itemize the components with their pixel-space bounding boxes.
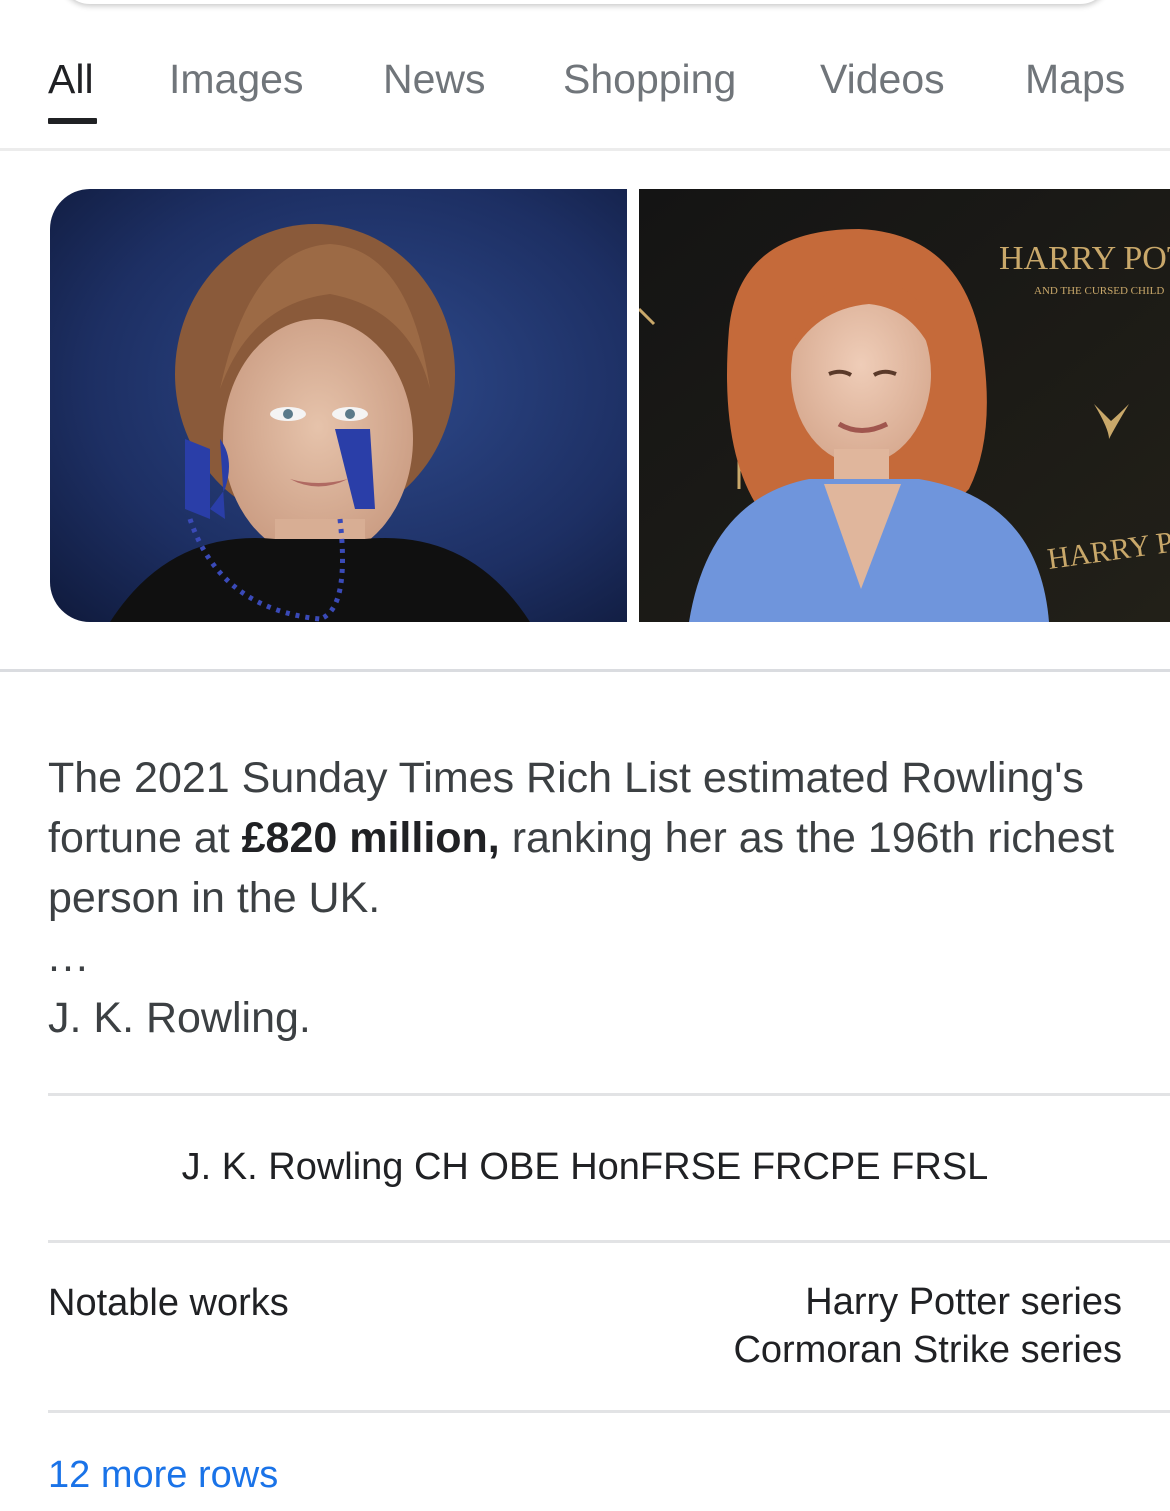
tab-images[interactable]: Images [169, 56, 303, 103]
infobox-row-label: Notable works [48, 1282, 289, 1324]
snippet-highlight: £820 million, [241, 814, 500, 862]
infobox-row-value: Harry Potter series Cormoran Strike seri… [733, 1278, 1122, 1374]
divider [48, 1240, 1170, 1243]
image-carousel[interactable]: HARRY POTTE AND THE CURSED CHILD HARRY P… [0, 189, 1170, 622]
divider [48, 1093, 1170, 1096]
notable-work-item[interactable]: Harry Potter series [733, 1278, 1122, 1326]
tab-videos[interactable]: Videos [820, 56, 945, 103]
search-tabs: All Images News Shopping Videos Maps [0, 0, 1170, 151]
notable-work-item[interactable]: Cormoran Strike series [733, 1326, 1122, 1374]
tab-news[interactable]: News [383, 56, 486, 103]
backdrop-text-1: HARRY POTTE [999, 240, 1170, 277]
section-divider [0, 669, 1170, 672]
backdrop-text-subtitle: AND THE CURSED CHILD [1034, 285, 1164, 297]
photo-harry-potter-premiere[interactable]: HARRY POTTE AND THE CURSED CHILD HARRY P… [639, 189, 1170, 622]
tab-maps[interactable]: Maps [1025, 56, 1125, 103]
featured-snippet-text: The 2021 Sunday Times Rich List estimate… [48, 748, 1128, 928]
more-rows-link[interactable]: 12 more rows [48, 1450, 278, 1500]
active-tab-indicator [48, 118, 97, 124]
infobox-title: J. K. Rowling CH OBE HonFRSE FRCPE FRSL [181, 1146, 989, 1188]
snippet-ellipsis: ... [48, 933, 90, 981]
snippet-source[interactable]: J. K. Rowling. [48, 988, 311, 1048]
tab-shopping[interactable]: Shopping [563, 56, 736, 103]
divider [48, 1410, 1170, 1413]
tab-all[interactable]: All [48, 56, 94, 103]
photo-portrait-blue-background[interactable] [50, 189, 627, 622]
